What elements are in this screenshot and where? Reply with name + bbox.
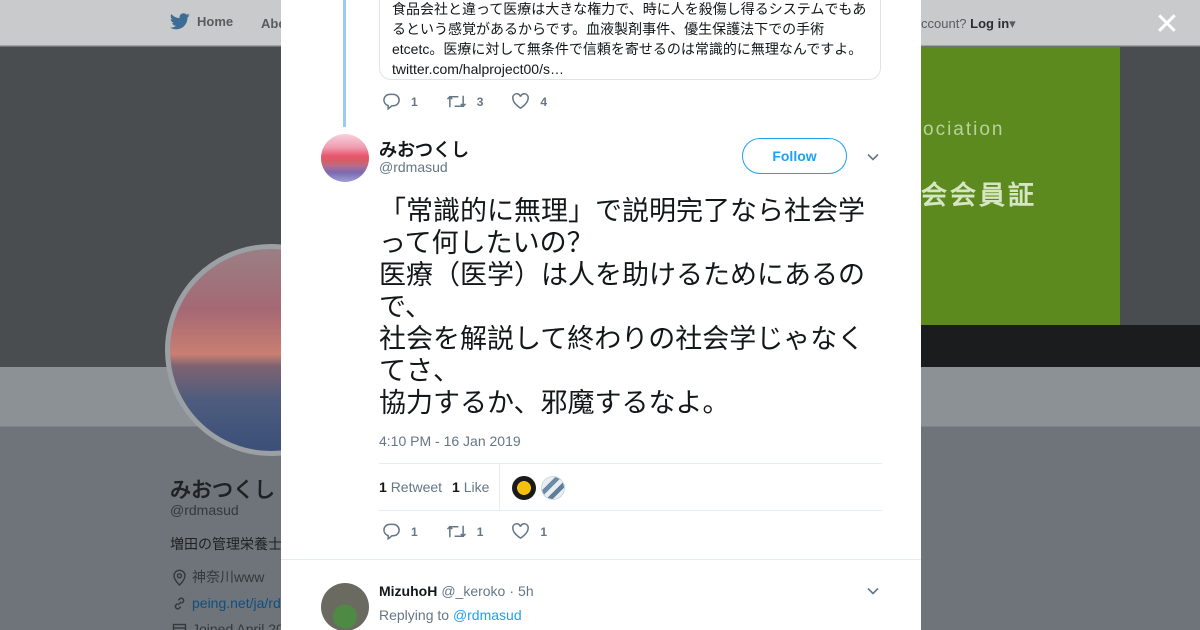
nav-account[interactable]: ccount? Log in▾ xyxy=(921,16,1016,32)
reply-action[interactable]: 1 xyxy=(382,92,418,111)
reply-count: 1 xyxy=(411,524,418,539)
retweet-count: 1 xyxy=(476,524,484,539)
like-stat-label: Like xyxy=(463,479,490,495)
tweet-text-line: てさ、 xyxy=(379,356,460,387)
caret-down-icon: ▾ xyxy=(1009,16,1016,31)
heart-icon xyxy=(512,523,530,540)
retweet-action[interactable]: 1 xyxy=(446,522,484,541)
profile-handle: @rdmasud xyxy=(170,502,239,518)
profile-name: みおつくし xyxy=(170,479,275,502)
profile-url[interactable]: peing.net/ja/rd xyxy=(172,595,281,611)
parent-tweet-actions: 1 3 4 xyxy=(382,92,575,111)
retweet-action[interactable]: 3 xyxy=(446,92,484,111)
reply-action[interactable]: 1 xyxy=(382,522,418,541)
link-icon xyxy=(174,597,185,609)
stats-divider xyxy=(499,464,500,511)
tweet-text-line: って何したいの？ xyxy=(379,228,594,259)
quoted-line: etcetc。医療に対して無条件で信頼を寄せるのは常識的に無理なんですよ。 xyxy=(392,41,863,57)
nav-home-label: Home xyxy=(197,14,234,29)
tweet-text-line: 「常識的に無理」で説明完了なら社会学 xyxy=(379,196,865,227)
banner-text-1: ociation xyxy=(923,119,1005,140)
nav-home[interactable]: Home xyxy=(170,13,233,30)
profile-bio: 増田の管理栄養士 xyxy=(170,536,282,552)
main-tweet-actions: 1 1 1 xyxy=(382,522,575,541)
tweet-timestamp[interactable]: 4:10 PM - 16 Jan 2019 xyxy=(379,433,521,449)
retweet-icon xyxy=(446,525,466,538)
retweet-stat[interactable]: 1 Retweet xyxy=(379,479,442,495)
like-count: 1 xyxy=(540,524,548,539)
twitter-bird-icon xyxy=(170,13,190,30)
follow-button[interactable]: Follow xyxy=(742,138,847,174)
banner-card-shadow xyxy=(921,325,1200,367)
tweet-modal: 食品会社と違って医療は大きな権力で、時に人を殺傷し得るシステムでもあ るという感… xyxy=(281,0,921,630)
quoted-tweet-card[interactable]: 食品会社と違って医療は大きな権力で、時に人を殺傷し得るシステムでもあ るという感… xyxy=(379,0,881,80)
profile-url-text[interactable]: peing.net/ja/rd xyxy=(192,595,281,611)
quoted-line: 食品会社と違って医療は大きな権力で、時に人を殺傷し得るシステムでもあ xyxy=(392,1,867,17)
profile-joined: Joined April 20 xyxy=(172,621,284,630)
replying-to: Replying to @rdmasud xyxy=(379,607,522,623)
thread-connector xyxy=(343,0,346,127)
liker-avatar[interactable] xyxy=(512,476,536,500)
reply-separator xyxy=(281,559,921,560)
heart-icon xyxy=(512,93,530,110)
tweet-stats: 1 Retweet 1 Like xyxy=(379,463,882,511)
reply-separator-dot: · xyxy=(509,583,515,599)
like-stat[interactable]: 1 Like xyxy=(452,479,489,495)
chevron-down-icon[interactable] xyxy=(866,150,880,164)
like-count: 4 xyxy=(540,94,548,109)
retweet-stat-count: 1 xyxy=(379,479,387,495)
close-icon[interactable]: ✕ xyxy=(1152,10,1182,40)
like-stat-count: 1 xyxy=(452,479,460,495)
location-pin-icon xyxy=(173,569,186,586)
replying-to-link[interactable]: @rdmasud xyxy=(453,607,522,623)
like-action[interactable]: 1 xyxy=(511,522,547,541)
profile-joined-text: Joined April 20 xyxy=(192,621,284,630)
login-link[interactable]: Log in xyxy=(970,16,1009,31)
retweet-stat-label: Retweet xyxy=(390,479,443,495)
reply-author-handle[interactable]: @_keroko xyxy=(441,583,505,599)
author-avatar[interactable] xyxy=(321,134,369,182)
chevron-down-icon[interactable] xyxy=(866,584,880,598)
tweet-text-line: 協力するか、邪魔するなよ。 xyxy=(379,388,730,419)
account-prompt: ccount? xyxy=(921,16,967,31)
tweet-text: 「常識的に無理」で説明完了なら社会学 って何したいの？ 医療（医学）は人を助ける… xyxy=(379,196,891,420)
reply-time[interactable]: 5h xyxy=(518,583,534,599)
profile-location-text: 神奈川www xyxy=(192,569,265,585)
replying-to-prefix: Replying to xyxy=(379,607,450,623)
reply-count: 1 xyxy=(411,94,418,109)
quoted-line: るという感覚があるからです。血液製剤事件、優生保護法下での手術 xyxy=(392,21,825,37)
tweet-text-line: 社会を解説して終わりの社会学じゃなく xyxy=(379,324,865,355)
author-handle[interactable]: @rdmasud xyxy=(379,159,448,175)
reply-icon xyxy=(383,93,400,111)
reply-icon xyxy=(383,523,400,541)
reply-header: MizuhoH @_keroko · 5h xyxy=(379,583,534,599)
banner-text-2: 会会員証 xyxy=(921,180,1038,210)
retweet-icon xyxy=(446,95,466,108)
reply-author-name[interactable]: MizuhoH xyxy=(379,583,437,599)
retweet-count: 3 xyxy=(476,94,484,109)
reply-avatar[interactable] xyxy=(321,583,369,630)
calendar-icon xyxy=(172,623,187,630)
profile-location: 神奈川www xyxy=(172,567,264,587)
liker-avatar[interactable] xyxy=(541,476,565,500)
tweet-text-line: で、 xyxy=(379,292,432,323)
quoted-link[interactable]: twitter.com/halproject00/s… xyxy=(392,59,868,79)
like-action[interactable]: 4 xyxy=(511,92,547,111)
tweet-text-line: 医療（医学）は人を助けるためにあるの xyxy=(379,260,865,291)
